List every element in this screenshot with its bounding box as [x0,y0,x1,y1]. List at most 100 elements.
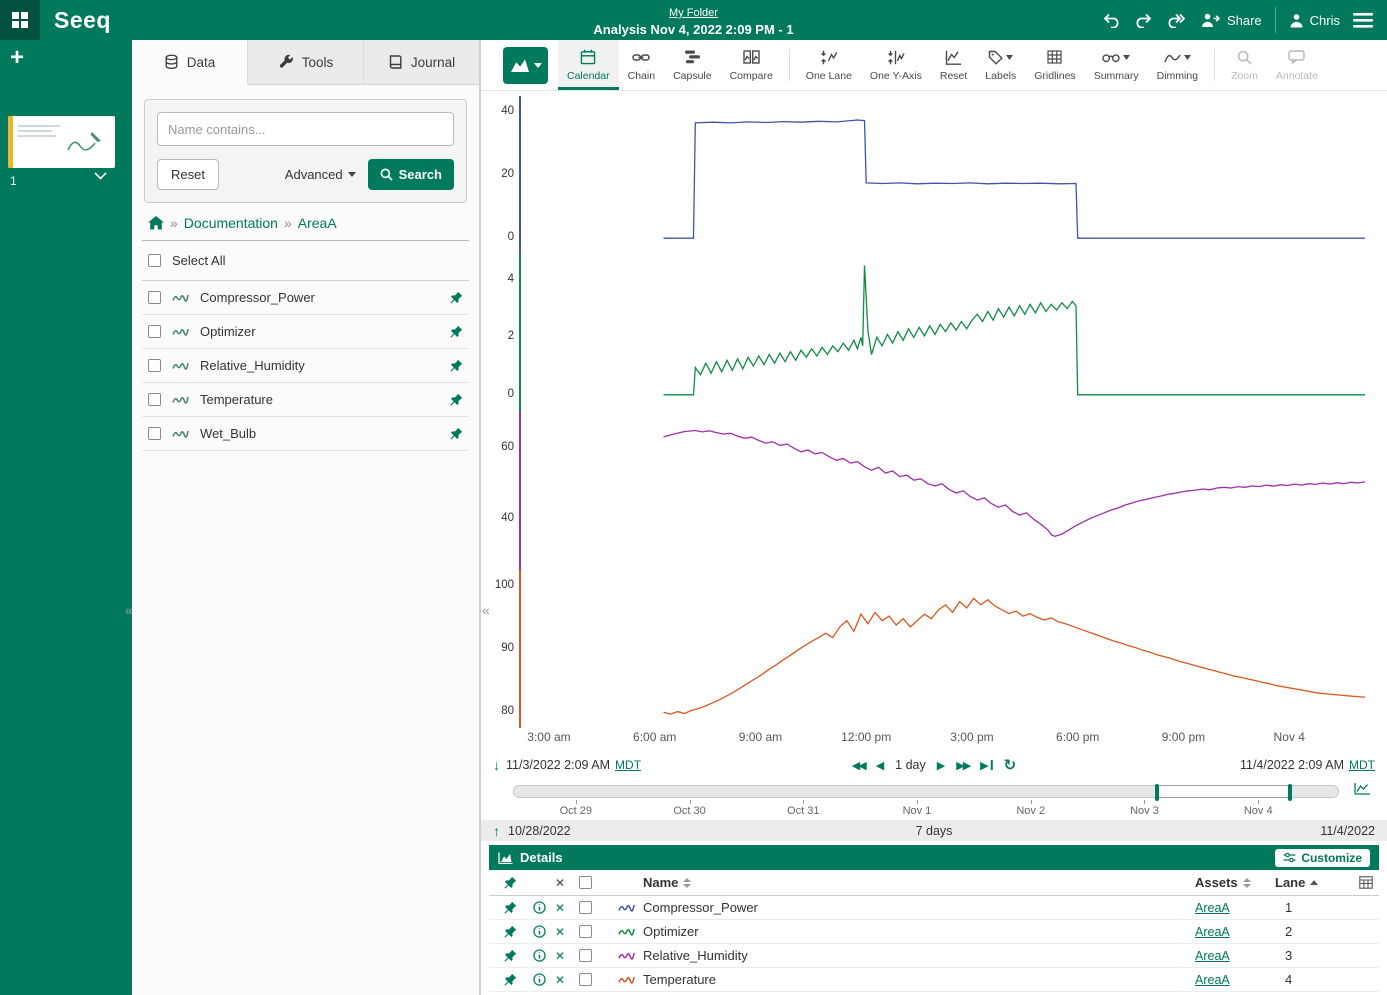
pin-icon[interactable] [449,291,463,305]
pin-icon[interactable] [503,973,533,987]
refresh-icon[interactable]: ↻ [1004,756,1017,774]
toolbar-button-compare[interactable]: Compare [721,40,782,90]
asset-link[interactable]: AreaA [1195,949,1230,963]
toolbar-button-one-lane[interactable]: One Lane [797,40,861,90]
share-button[interactable]: Share [1200,12,1262,28]
sort-icon[interactable] [683,878,691,888]
row-checkbox[interactable] [579,925,592,938]
row-checkbox[interactable] [579,949,592,962]
step-forward-icon[interactable]: ▶ [937,759,945,772]
tab-data[interactable]: Data [132,40,248,85]
reset-button[interactable]: Reset [157,159,219,190]
timezone-link[interactable]: MDT [615,758,641,772]
asset-link[interactable]: AreaA [1195,925,1230,939]
signal-checkbox[interactable] [148,393,161,406]
worksheet-thumbnail[interactable] [8,116,115,168]
undo-icon[interactable] [1102,13,1121,28]
pin-icon[interactable] [503,925,533,939]
toolbar-button-chain[interactable]: Chain [619,40,664,90]
row-checkbox[interactable] [579,901,592,914]
toolbar-button-calendar[interactable]: Calendar [558,40,619,90]
seeq-logo[interactable]: Seeq [54,7,111,34]
info-icon[interactable] [533,973,555,986]
my-folder-link[interactable]: My Folder [669,7,718,19]
step-to-end-icon[interactable]: ▶ [980,759,992,772]
sort-icon[interactable] [1243,878,1251,888]
pin-column-header-icon[interactable] [503,876,533,890]
remove-all-icon[interactable]: ✕ [555,876,579,890]
slider-track[interactable] [513,785,1339,798]
lane-plot[interactable] [519,96,1365,254]
asset-link[interactable]: AreaA [1195,973,1230,987]
search-button[interactable]: Search [368,159,454,190]
hamburger-menu-icon[interactable] [1353,13,1373,28]
pin-icon[interactable] [449,427,463,441]
expand-range-up-icon[interactable]: ↑ [493,823,500,839]
search-input[interactable] [157,112,454,146]
details-row[interactable]: ✕ Compressor_Power AreaA 1 [489,896,1379,920]
slider-selection[interactable] [1157,785,1290,798]
tab-journal[interactable]: Journal [364,40,479,84]
pin-icon[interactable] [449,359,463,373]
pin-icon[interactable] [449,325,463,339]
collapse-worksheets-handle[interactable]: « [125,602,133,618]
lane-plot[interactable] [519,412,1365,570]
breadcrumb-areaa-link[interactable]: AreaA [298,215,337,231]
redo-all-icon[interactable] [1166,13,1187,28]
select-all-checkbox[interactable] [148,254,161,267]
slider-handle-right[interactable] [1288,784,1292,801]
toolbar-button-labels[interactable]: Labels [976,40,1025,90]
signal-checkbox[interactable] [148,427,161,440]
display-range-end[interactable]: 11/4/2022 2:09 AM [1240,758,1344,772]
toolbar-button-summary[interactable]: Summary [1085,40,1148,90]
row-checkbox[interactable] [579,973,592,986]
asset-link[interactable]: AreaA [1195,901,1230,915]
worksheet-menu-chevron-icon[interactable] [94,172,107,180]
customize-button[interactable]: Customize [1275,849,1370,867]
slider-handle-left[interactable] [1155,784,1159,801]
home-grid-button[interactable] [0,0,40,40]
remove-icon[interactable]: ✕ [555,925,579,939]
slider-chart-icon[interactable] [1354,782,1371,795]
pin-icon[interactable] [449,393,463,407]
signal-list-item[interactable]: Wet_Bulb [142,417,469,451]
info-icon[interactable] [533,949,555,962]
view-mode-button[interactable] [503,47,548,84]
step-back-icon[interactable]: ◀ [876,759,884,772]
details-row[interactable]: ✕ Optimizer AreaA 2 [489,920,1379,944]
display-range-start[interactable]: 11/3/2022 2:09 AM [506,758,610,772]
sort-asc-icon[interactable] [1310,880,1318,885]
signal-checkbox[interactable] [148,325,161,338]
toolbar-button-reset[interactable]: Reset [931,40,976,90]
toolbar-button-one-y-axis[interactable]: One Y-Axis [861,40,931,90]
remove-icon[interactable]: ✕ [555,901,579,915]
signal-list-item[interactable]: Temperature [142,383,469,417]
details-row[interactable]: ✕ Relative_Humidity AreaA 3 [489,944,1379,968]
pin-icon[interactable] [503,901,533,915]
signal-checkbox[interactable] [148,291,161,304]
signal-list-item[interactable]: Optimizer [142,315,469,349]
duration-label[interactable]: 1 day [895,758,926,772]
toolbar-button-gridlines[interactable]: Gridlines [1025,40,1084,90]
signal-checkbox[interactable] [148,359,161,372]
redo-icon[interactable] [1134,13,1153,28]
breadcrumb-documentation-link[interactable]: Documentation [184,215,278,231]
step-back-fast-icon[interactable]: ◀◀ [852,759,865,772]
details-row[interactable]: ✕ Temperature AreaA 4 [489,968,1379,992]
details-select-all-checkbox[interactable] [579,876,592,889]
info-icon[interactable] [533,901,555,914]
signal-list-item[interactable]: Relative_Humidity [142,349,469,383]
expand-range-start-icon[interactable]: ↓ [493,757,500,773]
timezone-link[interactable]: MDT [1349,758,1375,772]
info-icon[interactable] [533,925,555,938]
toolbar-button-capsule[interactable]: Capsule [664,40,721,90]
home-icon[interactable] [148,216,164,230]
user-menu[interactable]: Chris [1289,13,1340,28]
tab-tools[interactable]: Tools [248,40,364,84]
toolbar-button-dimming[interactable]: Dimming [1148,40,1207,90]
lane-plot[interactable] [519,570,1365,728]
step-forward-fast-icon[interactable]: ▶▶ [956,759,969,772]
remove-icon[interactable]: ✕ [555,949,579,963]
remove-icon[interactable]: ✕ [555,973,579,987]
lane-plot[interactable] [519,254,1365,412]
